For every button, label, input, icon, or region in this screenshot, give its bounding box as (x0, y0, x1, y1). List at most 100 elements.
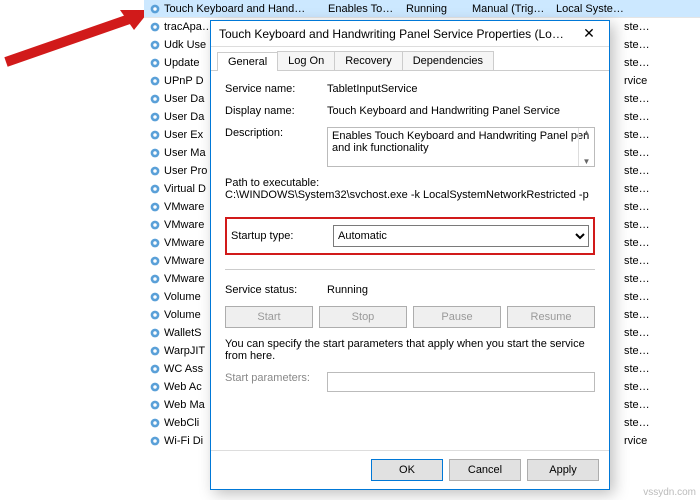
service-name: Update (164, 57, 199, 69)
close-icon[interactable]: ✕ (569, 25, 609, 42)
gear-icon (148, 254, 162, 268)
service-name: User Ex (164, 129, 203, 141)
gear-icon (148, 308, 162, 322)
service-logon: ste… (620, 183, 700, 195)
dialog-titlebar[interactable]: Touch Keyboard and Handwriting Panel Ser… (211, 21, 609, 47)
service-name: Wi-Fi Di (164, 435, 203, 447)
gear-icon (148, 92, 162, 106)
gear-icon (148, 380, 162, 394)
service-name: Virtual D (164, 183, 206, 195)
description-label: Description: (225, 127, 317, 167)
startup-type-select[interactable]: Automatic (333, 225, 589, 247)
service-logon: ste… (620, 57, 700, 69)
service-name: User Da (164, 111, 204, 123)
service-logon: ste… (620, 309, 700, 321)
gear-icon (148, 272, 162, 286)
service-logon: ste… (620, 237, 700, 249)
service-logon: ste… (620, 363, 700, 375)
path-value: C:\WINDOWS\System32\svchost.exe -k Local… (225, 189, 595, 201)
gear-icon (148, 38, 162, 52)
service-name: User Pro (164, 165, 207, 177)
service-name-label: Service name: (225, 83, 317, 95)
gear-icon (148, 236, 162, 250)
service-name: Web Ac (164, 381, 202, 393)
gear-icon (148, 56, 162, 70)
service-name: User Da (164, 93, 204, 105)
path-label: Path to executable: (225, 177, 595, 189)
chevron-up-icon[interactable]: ▲ (583, 128, 591, 137)
service-name: UPnP D (164, 75, 204, 87)
service-status-value: Running (327, 284, 595, 296)
dialog-action-bar: OK Cancel Apply (211, 450, 609, 489)
col-desc: Enables Tou… (324, 3, 402, 15)
services-header-row[interactable]: Touch Keyboard and Hand… Enables Tou… Ru… (144, 0, 700, 18)
start-parameters-input[interactable] (327, 372, 595, 392)
dialog-tabs: General Log On Recovery Dependencies (211, 47, 609, 71)
tab-dependencies[interactable]: Dependencies (402, 51, 494, 70)
ok-button[interactable]: OK (371, 459, 443, 481)
start-parameters-hint: You can specify the start parameters tha… (225, 338, 595, 362)
service-status-label: Service status: (225, 284, 317, 296)
gear-icon (148, 416, 162, 430)
service-name: Udk Use (164, 39, 206, 51)
cancel-button[interactable]: Cancel (449, 459, 521, 481)
col-startup: Manual (Trig… (468, 3, 552, 15)
service-logon: ste… (620, 111, 700, 123)
start-parameters-label: Start parameters: (225, 372, 317, 392)
col-name: Touch Keyboard and Hand… (164, 3, 305, 15)
service-name: WC Ass (164, 363, 203, 375)
service-name: VMware (164, 201, 204, 213)
service-logon: ste… (620, 129, 700, 141)
gear-icon (148, 74, 162, 88)
gear-icon (148, 290, 162, 304)
gear-icon (148, 110, 162, 124)
service-name: Web Ma (164, 399, 205, 411)
service-name: WarpJIT (164, 345, 205, 357)
gear-icon (148, 20, 162, 34)
service-logon: ste… (620, 255, 700, 267)
pause-button[interactable]: Pause (413, 306, 501, 328)
service-logon: ste… (620, 147, 700, 159)
gear-icon (148, 128, 162, 142)
service-name-value: TabletInputService (327, 83, 595, 95)
service-name: VMware (164, 255, 204, 267)
resume-button[interactable]: Resume (507, 306, 595, 328)
col-logon: Local Syste… (552, 3, 632, 15)
service-logon: ste… (620, 381, 700, 393)
stop-button[interactable]: Stop (319, 306, 407, 328)
service-logon: ste… (620, 417, 700, 429)
apply-button[interactable]: Apply (527, 459, 599, 481)
divider (225, 269, 595, 270)
service-properties-dialog: Touch Keyboard and Handwriting Panel Ser… (210, 20, 610, 490)
service-name: Volume (164, 291, 201, 303)
service-name: WalletS (164, 327, 202, 339)
gear-icon (148, 182, 162, 196)
service-logon: ste… (620, 93, 700, 105)
watermark: vssydn.com (643, 487, 696, 498)
gear-icon (148, 398, 162, 412)
service-logon: ste… (620, 165, 700, 177)
gear-icon (148, 326, 162, 340)
service-logon: ste… (620, 327, 700, 339)
tab-general[interactable]: General (217, 52, 278, 71)
scrollbar[interactable]: ▲▼ (578, 128, 594, 166)
startup-type-label: Startup type: (231, 230, 323, 242)
gear-icon (148, 344, 162, 358)
service-logon: ste… (620, 291, 700, 303)
tab-recovery[interactable]: Recovery (334, 51, 402, 70)
service-logon: rvice (620, 435, 700, 447)
start-button[interactable]: Start (225, 306, 313, 328)
description-box[interactable]: Enables Touch Keyboard and Handwriting P… (327, 127, 595, 167)
service-logon: ste… (620, 201, 700, 213)
tab-logon[interactable]: Log On (277, 51, 335, 70)
chevron-down-icon[interactable]: ▼ (583, 157, 591, 166)
tab-general-pane: Service name: TabletInputService Display… (211, 71, 609, 450)
gear-icon (148, 164, 162, 178)
display-name-label: Display name: (225, 105, 317, 117)
service-logon: ste… (620, 345, 700, 357)
service-logon: ste… (620, 21, 700, 33)
service-logon: ste… (620, 399, 700, 411)
service-name: WebCli (164, 417, 199, 429)
description-text: Enables Touch Keyboard and Handwriting P… (332, 130, 589, 154)
service-name: VMware (164, 273, 204, 285)
